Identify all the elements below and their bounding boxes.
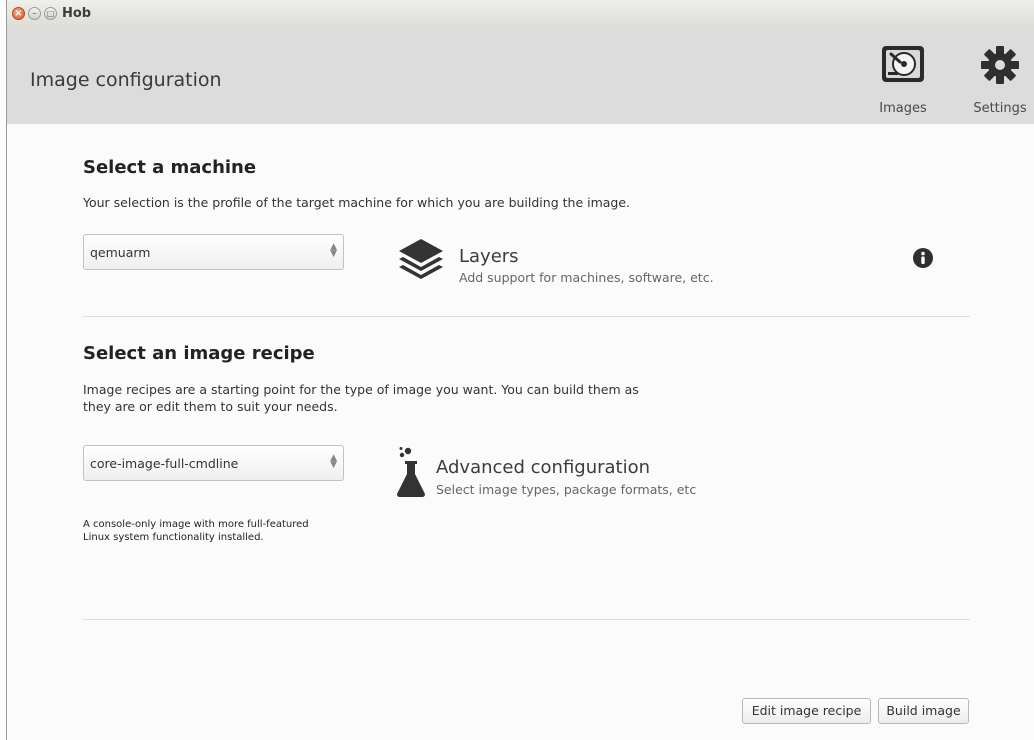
close-window-button[interactable]: × <box>12 7 25 20</box>
settings-button[interactable]: Settings <box>964 43 1034 116</box>
recipe-note-line1: A console-only image with more full-feat… <box>83 519 309 530</box>
info-icon[interactable] <box>913 248 933 268</box>
spin-arrows-icon: ▲ ▼ <box>330 242 337 259</box>
hob-window: × – □ Hob Image configuration Images Set… <box>6 0 1034 740</box>
settings-label: Settings <box>973 101 1027 116</box>
recipe-select-value: core-image-full-cmdline <box>90 456 239 471</box>
layers-subtitle: Add support for machines, software, etc. <box>459 270 714 285</box>
recipe-heading: Select an image recipe <box>83 343 315 364</box>
gear-icon <box>981 46 1019 84</box>
header-bar: Image configuration Images Settings <box>7 29 1034 124</box>
section-separator <box>83 619 970 620</box>
minimize-window-button[interactable]: – <box>28 7 41 20</box>
edit-image-recipe-button[interactable]: Edit image recipe <box>742 698 871 724</box>
recipe-note-line2: Linux system functionality installed. <box>83 532 264 543</box>
advanced-configuration-subtitle: Select image types, package formats, etc <box>436 482 697 497</box>
maximize-window-button[interactable]: □ <box>44 7 57 20</box>
build-image-button[interactable]: Build image <box>878 698 969 724</box>
machine-heading: Select a machine <box>83 157 257 178</box>
page-title: Image configuration <box>30 69 222 91</box>
window-title: Hob <box>62 6 92 21</box>
main-content: Select a machine Your selection is the p… <box>7 124 1034 740</box>
layers-link[interactable]: Layers <box>459 246 519 267</box>
title-bar: × – □ Hob <box>7 0 1034 30</box>
recipe-select[interactable]: core-image-full-cmdline ▲ ▼ <box>83 445 344 481</box>
flask-icon[interactable] <box>397 446 433 498</box>
recipe-note: A console-only image with more full-feat… <box>83 518 309 544</box>
section-separator <box>83 316 970 317</box>
machine-description: Your selection is the profile of the tar… <box>83 195 631 210</box>
recipe-description-line2: they are or edit them to suit your needs… <box>83 399 338 414</box>
recipe-description: Image recipes are a starting point for t… <box>83 381 639 415</box>
images-button[interactable]: Images <box>873 43 933 116</box>
hard-disk-icon <box>882 46 924 82</box>
layers-icon[interactable] <box>397 237 445 287</box>
images-label: Images <box>879 101 927 116</box>
machine-select[interactable]: qemuarm ▲ ▼ <box>83 234 344 270</box>
spin-arrows-icon: ▲ ▼ <box>330 453 337 470</box>
machine-select-value: qemuarm <box>90 245 151 260</box>
advanced-configuration-link[interactable]: Advanced configuration <box>436 457 650 478</box>
recipe-description-line1: Image recipes are a starting point for t… <box>83 382 639 397</box>
